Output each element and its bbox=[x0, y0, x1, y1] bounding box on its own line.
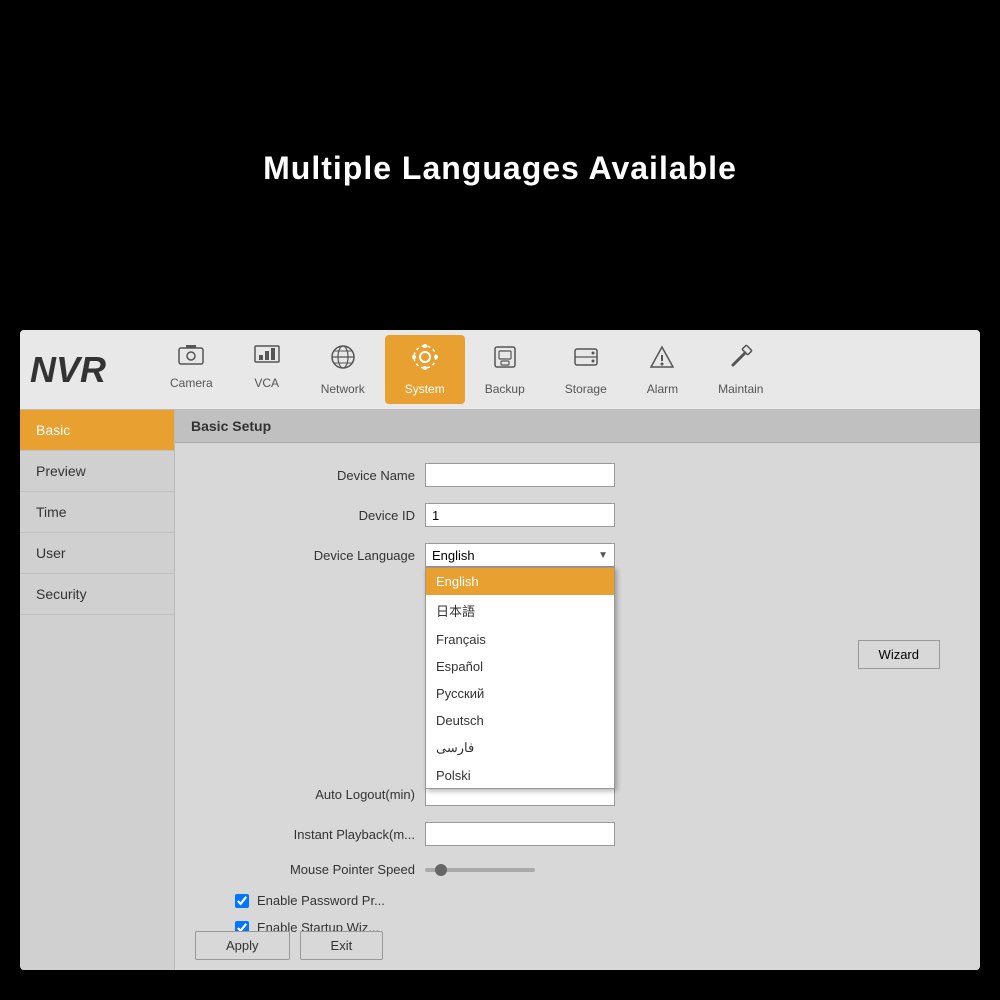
system-icon bbox=[411, 343, 439, 378]
dropdown-item-japanese[interactable]: 日本語 bbox=[426, 595, 614, 626]
instant-playback-input[interactable] bbox=[425, 822, 615, 846]
device-name-row: Device Name bbox=[235, 463, 960, 487]
title-area: Multiple Languages Available bbox=[0, 150, 1000, 187]
sidebar: Basic Preview Time User Security bbox=[20, 410, 175, 970]
instant-playback-row: Instant Playback(m... bbox=[235, 822, 960, 846]
dropdown-item-polish[interactable]: Polski bbox=[426, 762, 614, 788]
dropdown-item-spanish[interactable]: Español bbox=[426, 653, 614, 680]
device-id-label: Device ID bbox=[235, 508, 415, 523]
sidebar-item-security[interactable]: Security bbox=[20, 574, 174, 615]
ui-container: NVR Camera bbox=[20, 330, 980, 970]
dropdown-item-german[interactable]: Deutsch bbox=[426, 707, 614, 734]
device-name-input[interactable] bbox=[425, 463, 615, 487]
nav-item-vca[interactable]: VCA bbox=[233, 335, 301, 404]
dropdown-item-english[interactable]: English bbox=[426, 568, 614, 595]
page-title: Multiple Languages Available bbox=[263, 150, 737, 186]
slider-thumb bbox=[435, 864, 447, 876]
auto-logout-label: Auto Logout(min) bbox=[235, 787, 415, 802]
nav-item-storage[interactable]: Storage bbox=[545, 335, 627, 404]
mouse-pointer-row: Mouse Pointer Speed bbox=[235, 862, 960, 877]
main-panel: Basic Setup Device Name Device ID Device… bbox=[175, 410, 980, 970]
dropdown-scroll-area[interactable]: English 日本語 Français Español Русский Deu… bbox=[426, 568, 614, 788]
sidebar-item-time[interactable]: Time bbox=[20, 492, 174, 533]
device-language-select-container: English ▼ English 日本語 Français Español Р… bbox=[425, 543, 615, 567]
dropdown-item-persian[interactable]: فارسی bbox=[426, 734, 614, 762]
nav-label-maintain: Maintain bbox=[718, 382, 763, 396]
nav-label-vca: VCA bbox=[254, 376, 279, 390]
nav-label-camera: Camera bbox=[170, 376, 213, 390]
sidebar-item-user[interactable]: User bbox=[20, 533, 174, 574]
nav-item-alarm[interactable]: Alarm bbox=[627, 335, 698, 404]
device-id-row: Device ID bbox=[235, 503, 960, 527]
nav-item-camera[interactable]: Camera bbox=[150, 335, 233, 404]
camera-icon bbox=[177, 343, 205, 372]
mouse-speed-slider[interactable] bbox=[425, 868, 535, 872]
device-language-row: Device Language English ▼ English 日本語 Fr… bbox=[235, 543, 960, 567]
nav-label-backup: Backup bbox=[485, 382, 525, 396]
nav-label-system: System bbox=[405, 382, 445, 396]
enable-password-row: Enable Password Pr... bbox=[235, 893, 960, 908]
brand-logo: NVR bbox=[30, 349, 130, 391]
dropdown-item-russian[interactable]: Русский bbox=[426, 680, 614, 707]
device-language-label: Device Language bbox=[235, 548, 415, 563]
language-dropdown-menu: English 日本語 Français Español Русский Deu… bbox=[425, 567, 615, 789]
nav-label-network: Network bbox=[321, 382, 365, 396]
nav-label-alarm: Alarm bbox=[647, 382, 678, 396]
dropdown-arrow-icon: ▼ bbox=[598, 550, 608, 561]
wizard-button[interactable]: Wizard bbox=[858, 640, 940, 669]
panel-title: Basic Setup bbox=[175, 410, 980, 443]
selected-language: English bbox=[432, 548, 475, 563]
mouse-pointer-label: Mouse Pointer Speed bbox=[235, 862, 415, 877]
nav-icons: Camera VCA bbox=[150, 335, 970, 404]
form-area: Device Name Device ID Device Language En… bbox=[175, 443, 980, 935]
nav-item-network[interactable]: Network bbox=[301, 335, 385, 404]
device-language-select[interactable]: English ▼ bbox=[425, 543, 615, 567]
storage-icon bbox=[572, 343, 600, 378]
nav-item-system[interactable]: System bbox=[385, 335, 465, 404]
vca-icon bbox=[253, 343, 281, 372]
maintain-icon bbox=[727, 343, 755, 378]
instant-playback-label: Instant Playback(m... bbox=[235, 827, 415, 842]
network-icon bbox=[329, 343, 357, 378]
exit-button[interactable]: Exit bbox=[300, 931, 384, 960]
apply-button[interactable]: Apply bbox=[195, 931, 290, 960]
sidebar-item-preview[interactable]: Preview bbox=[20, 451, 174, 492]
nav-item-maintain[interactable]: Maintain bbox=[698, 335, 783, 404]
device-id-input[interactable] bbox=[425, 503, 615, 527]
bottom-buttons: Apply Exit bbox=[175, 921, 980, 970]
enable-password-label: Enable Password Pr... bbox=[257, 893, 385, 908]
enable-password-checkbox[interactable] bbox=[235, 894, 249, 908]
nav-item-backup[interactable]: Backup bbox=[465, 335, 545, 404]
sidebar-item-basic[interactable]: Basic bbox=[20, 410, 174, 451]
dropdown-item-french[interactable]: Français bbox=[426, 626, 614, 653]
alarm-icon bbox=[648, 343, 676, 378]
backup-icon bbox=[491, 343, 519, 378]
content-area: Basic Preview Time User Security Basic S… bbox=[20, 410, 980, 970]
nav-label-storage: Storage bbox=[565, 382, 607, 396]
top-nav: NVR Camera bbox=[20, 330, 980, 410]
device-name-label: Device Name bbox=[235, 468, 415, 483]
